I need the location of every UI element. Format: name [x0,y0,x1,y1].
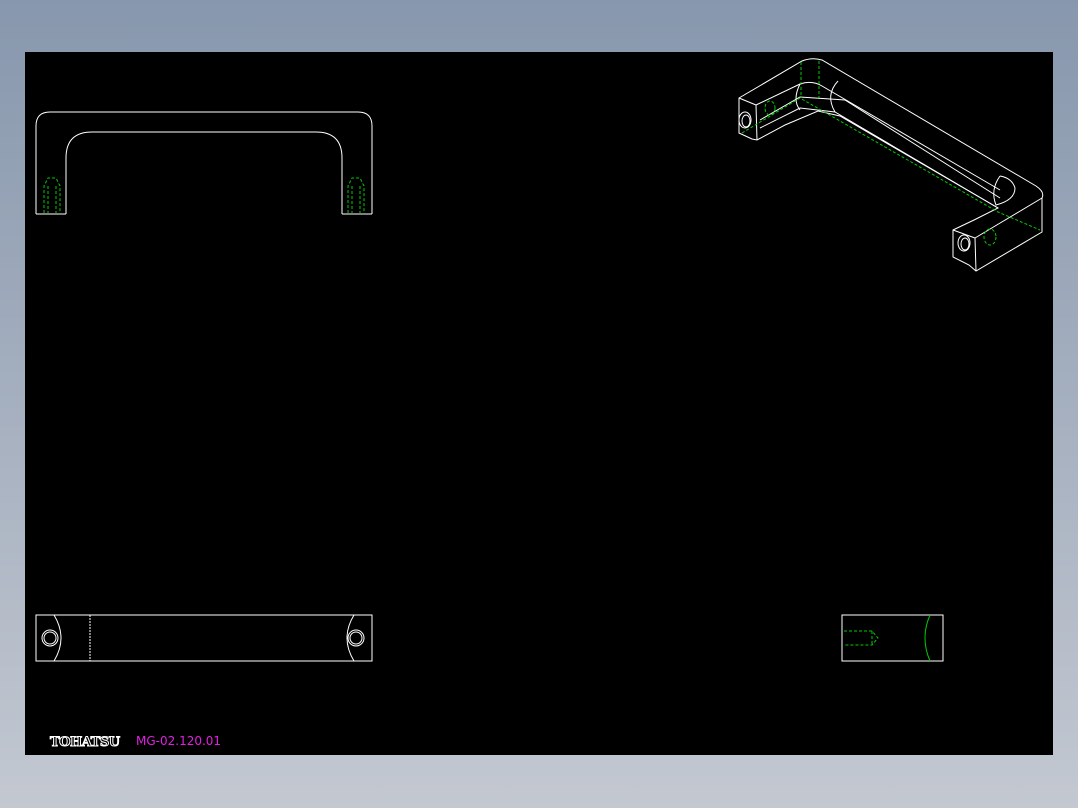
isometric-view [738,58,1044,272]
hidden-thread-holes [43,177,365,213]
part-number: MG-02.120.01 [136,734,222,748]
front-view [35,111,373,215]
side-view [841,614,944,662]
cad-drawing [35,58,1044,662]
brand-logo: TOHATSU [50,735,121,751]
bottom-view [35,614,373,662]
